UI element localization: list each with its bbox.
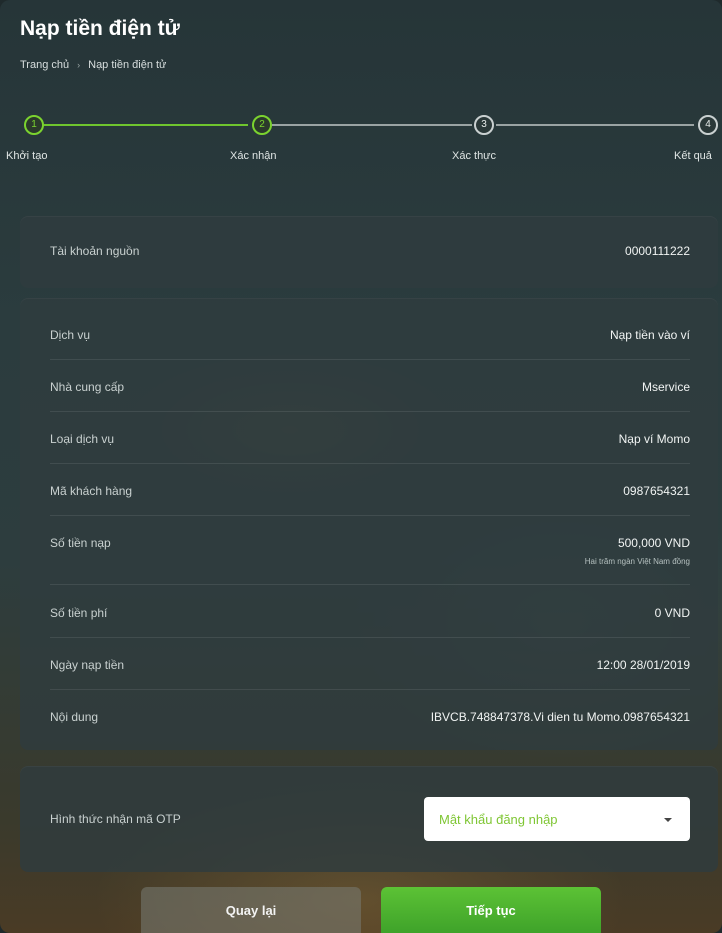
step-2-label: Xác nhận bbox=[230, 150, 277, 162]
service-label: Dịch vụ bbox=[50, 328, 91, 342]
customer-code-label: Mã khách hàng bbox=[50, 484, 133, 498]
progress-stepper: 1 2 3 4 Khởi tạo Xác nhận Xác thực Kết q… bbox=[0, 108, 722, 178]
detail-row: Dịch vụ Nạp tiền vào ví bbox=[50, 328, 690, 342]
date-value: 12:00 28/01/2019 bbox=[596, 658, 690, 672]
service-type-label: Loại dịch vụ bbox=[50, 432, 115, 446]
otp-method-card: Hình thức nhận mã OTP Mật khẩu đăng nhập bbox=[20, 766, 718, 872]
otp-row: Hình thức nhận mã OTP bbox=[50, 812, 181, 826]
page-title: Nạp tiền điện tử bbox=[20, 17, 180, 40]
source-account-label: Tài khoản nguồn bbox=[50, 244, 140, 258]
source-account-value: 0000111222 bbox=[625, 244, 690, 258]
breadcrumb-separator-icon: › bbox=[77, 60, 81, 70]
fee-value: 0 VND bbox=[654, 606, 690, 620]
step-2-circle: 2 bbox=[252, 115, 272, 135]
step-3-circle: 3 bbox=[474, 115, 494, 135]
otp-method-label: Hình thức nhận mã OTP bbox=[50, 812, 181, 826]
row-divider bbox=[50, 411, 690, 412]
detail-row: Loại dịch vụ Nạp ví Momo bbox=[50, 432, 690, 446]
customer-code-value: 0987654321 bbox=[623, 484, 690, 498]
step-connector-3-4 bbox=[496, 124, 694, 126]
breadcrumb-current: Nạp tiền điện tử bbox=[88, 59, 167, 71]
source-account-row: Tài khoản nguồn 0000111222 bbox=[50, 244, 690, 258]
detail-row: Số tiền nạp 500,000 VND Hai trăm ngàn Vi… bbox=[50, 536, 690, 566]
service-type-value: Nạp ví Momo bbox=[618, 432, 690, 446]
detail-row: Nội dung IBVCB.748847378.Vi dien tu Momo… bbox=[50, 710, 690, 724]
row-divider bbox=[50, 689, 690, 690]
back-button[interactable]: Quay lại bbox=[141, 887, 361, 933]
amount-label: Số tiền nạp bbox=[50, 536, 111, 550]
otp-method-selected-value: Mật khẩu đăng nhập bbox=[439, 811, 558, 827]
page: Nạp tiền điện tử Trang chủ › Nạp tiền đi… bbox=[0, 0, 722, 933]
row-divider bbox=[50, 359, 690, 360]
detail-row: Ngày nạp tiền 12:00 28/01/2019 bbox=[50, 658, 690, 672]
service-value: Nạp tiền vào ví bbox=[609, 328, 690, 342]
step-3-label: Xác thực bbox=[452, 150, 497, 162]
step-connector-1-2 bbox=[44, 124, 248, 126]
continue-button[interactable]: Tiếp tục bbox=[381, 887, 601, 933]
provider-label: Nhà cung cấp bbox=[50, 380, 125, 394]
amount-number: 500,000 VND bbox=[617, 536, 690, 550]
row-divider bbox=[50, 584, 690, 585]
chevron-down-icon bbox=[664, 818, 672, 822]
otp-method-select[interactable]: Mật khẩu đăng nhập bbox=[424, 797, 690, 841]
detail-row: Mã khách hàng 0987654321 bbox=[50, 484, 690, 498]
amount-value: 500,000 VND Hai trăm ngàn Việt Nam đồng bbox=[585, 536, 690, 566]
step-connector-2-3 bbox=[272, 124, 472, 126]
row-divider bbox=[50, 463, 690, 464]
fee-label: Số tiền phí bbox=[50, 606, 108, 620]
row-divider bbox=[50, 515, 690, 516]
detail-row: Số tiền phí 0 VND bbox=[50, 606, 690, 620]
step-1-label: Khởi tạo bbox=[6, 150, 48, 162]
breadcrumb-home-link[interactable]: Trang chủ bbox=[20, 59, 69, 71]
source-account-card: Tài khoản nguồn 0000111222 bbox=[20, 216, 718, 288]
detail-row: Nhà cung cấp Mservice bbox=[50, 380, 690, 394]
step-4-label: Kết quả bbox=[674, 150, 712, 162]
breadcrumb: Trang chủ › Nạp tiền điện tử bbox=[20, 59, 166, 71]
step-4-circle: 4 bbox=[698, 115, 718, 135]
content-label: Nội dung bbox=[50, 710, 99, 724]
amount-in-words: Hai trăm ngàn Việt Nam đồng bbox=[584, 557, 690, 566]
transaction-details-card: Dịch vụ Nạp tiền vào ví Nhà cung cấp Mse… bbox=[20, 298, 718, 750]
step-1-circle: 1 bbox=[24, 115, 44, 135]
content-value: IBVCB.748847378.Vi dien tu Momo.09876543… bbox=[430, 710, 690, 724]
provider-value: Mservice bbox=[641, 380, 690, 394]
date-label: Ngày nạp tiền bbox=[50, 658, 125, 672]
row-divider bbox=[50, 637, 690, 638]
